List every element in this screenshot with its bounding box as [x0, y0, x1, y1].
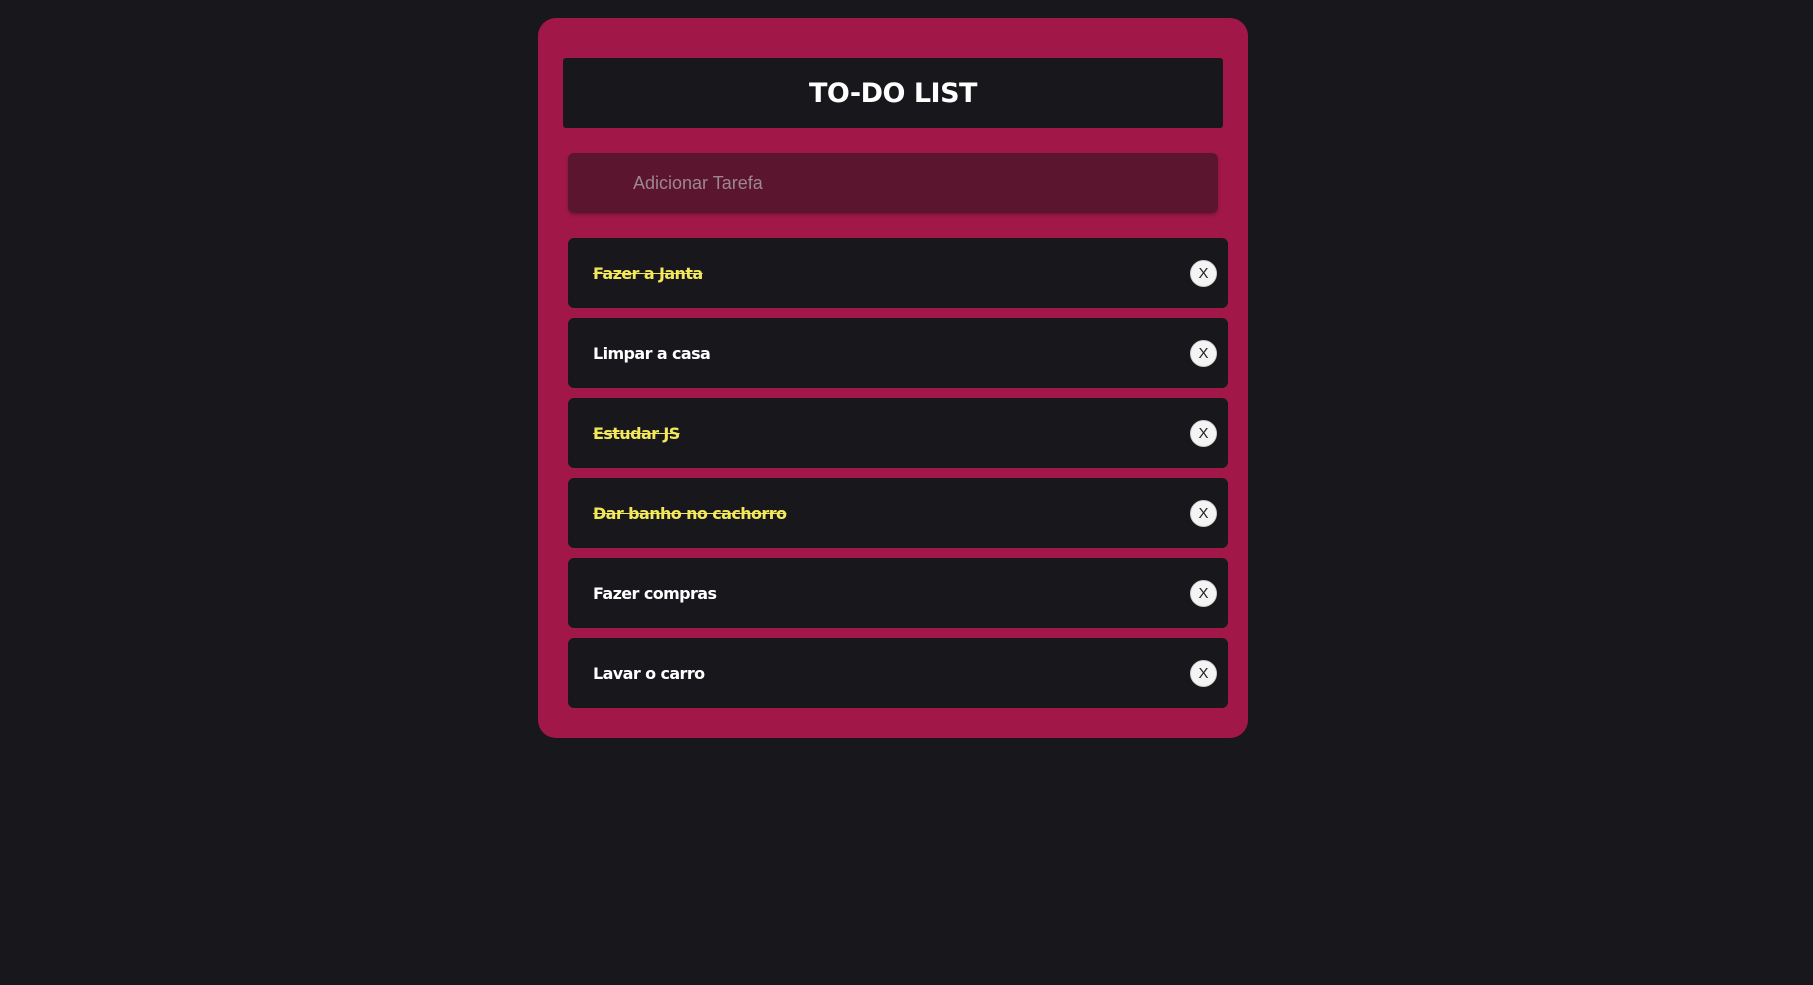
task-text: Estudar JS — [593, 423, 680, 443]
task-item[interactable]: Lavar o carro X — [568, 638, 1228, 708]
delete-task-button[interactable]: X — [1190, 339, 1217, 367]
delete-task-button[interactable]: X — [1190, 579, 1217, 607]
task-item[interactable]: Limpar a casa X — [568, 318, 1228, 388]
delete-task-button[interactable]: X — [1190, 259, 1217, 287]
task-list: Fazer a Janta X Limpar a casa X Estudar … — [568, 238, 1228, 718]
task-text: Dar banho no cachorro — [593, 503, 787, 523]
page-title: TO-DO LIST — [809, 77, 977, 109]
todo-app-card: TO-DO LIST Fazer a Janta X Limpar a casa… — [538, 18, 1248, 738]
add-task-input[interactable] — [568, 153, 1218, 213]
task-text: Fazer a Janta — [593, 263, 703, 283]
task-text: Limpar a casa — [593, 343, 711, 363]
delete-task-button[interactable]: X — [1190, 499, 1217, 527]
header: TO-DO LIST — [563, 58, 1223, 128]
delete-task-button[interactable]: X — [1190, 419, 1217, 447]
delete-task-button[interactable]: X — [1190, 659, 1217, 687]
task-item[interactable]: Fazer a Janta X — [568, 238, 1228, 308]
task-input-container — [568, 153, 1218, 213]
task-item[interactable]: Fazer compras X — [568, 558, 1228, 628]
task-text: Fazer compras — [593, 583, 717, 603]
task-item[interactable]: Estudar JS X — [568, 398, 1228, 468]
task-item[interactable]: Dar banho no cachorro X — [568, 478, 1228, 548]
task-text: Lavar o carro — [593, 663, 705, 683]
